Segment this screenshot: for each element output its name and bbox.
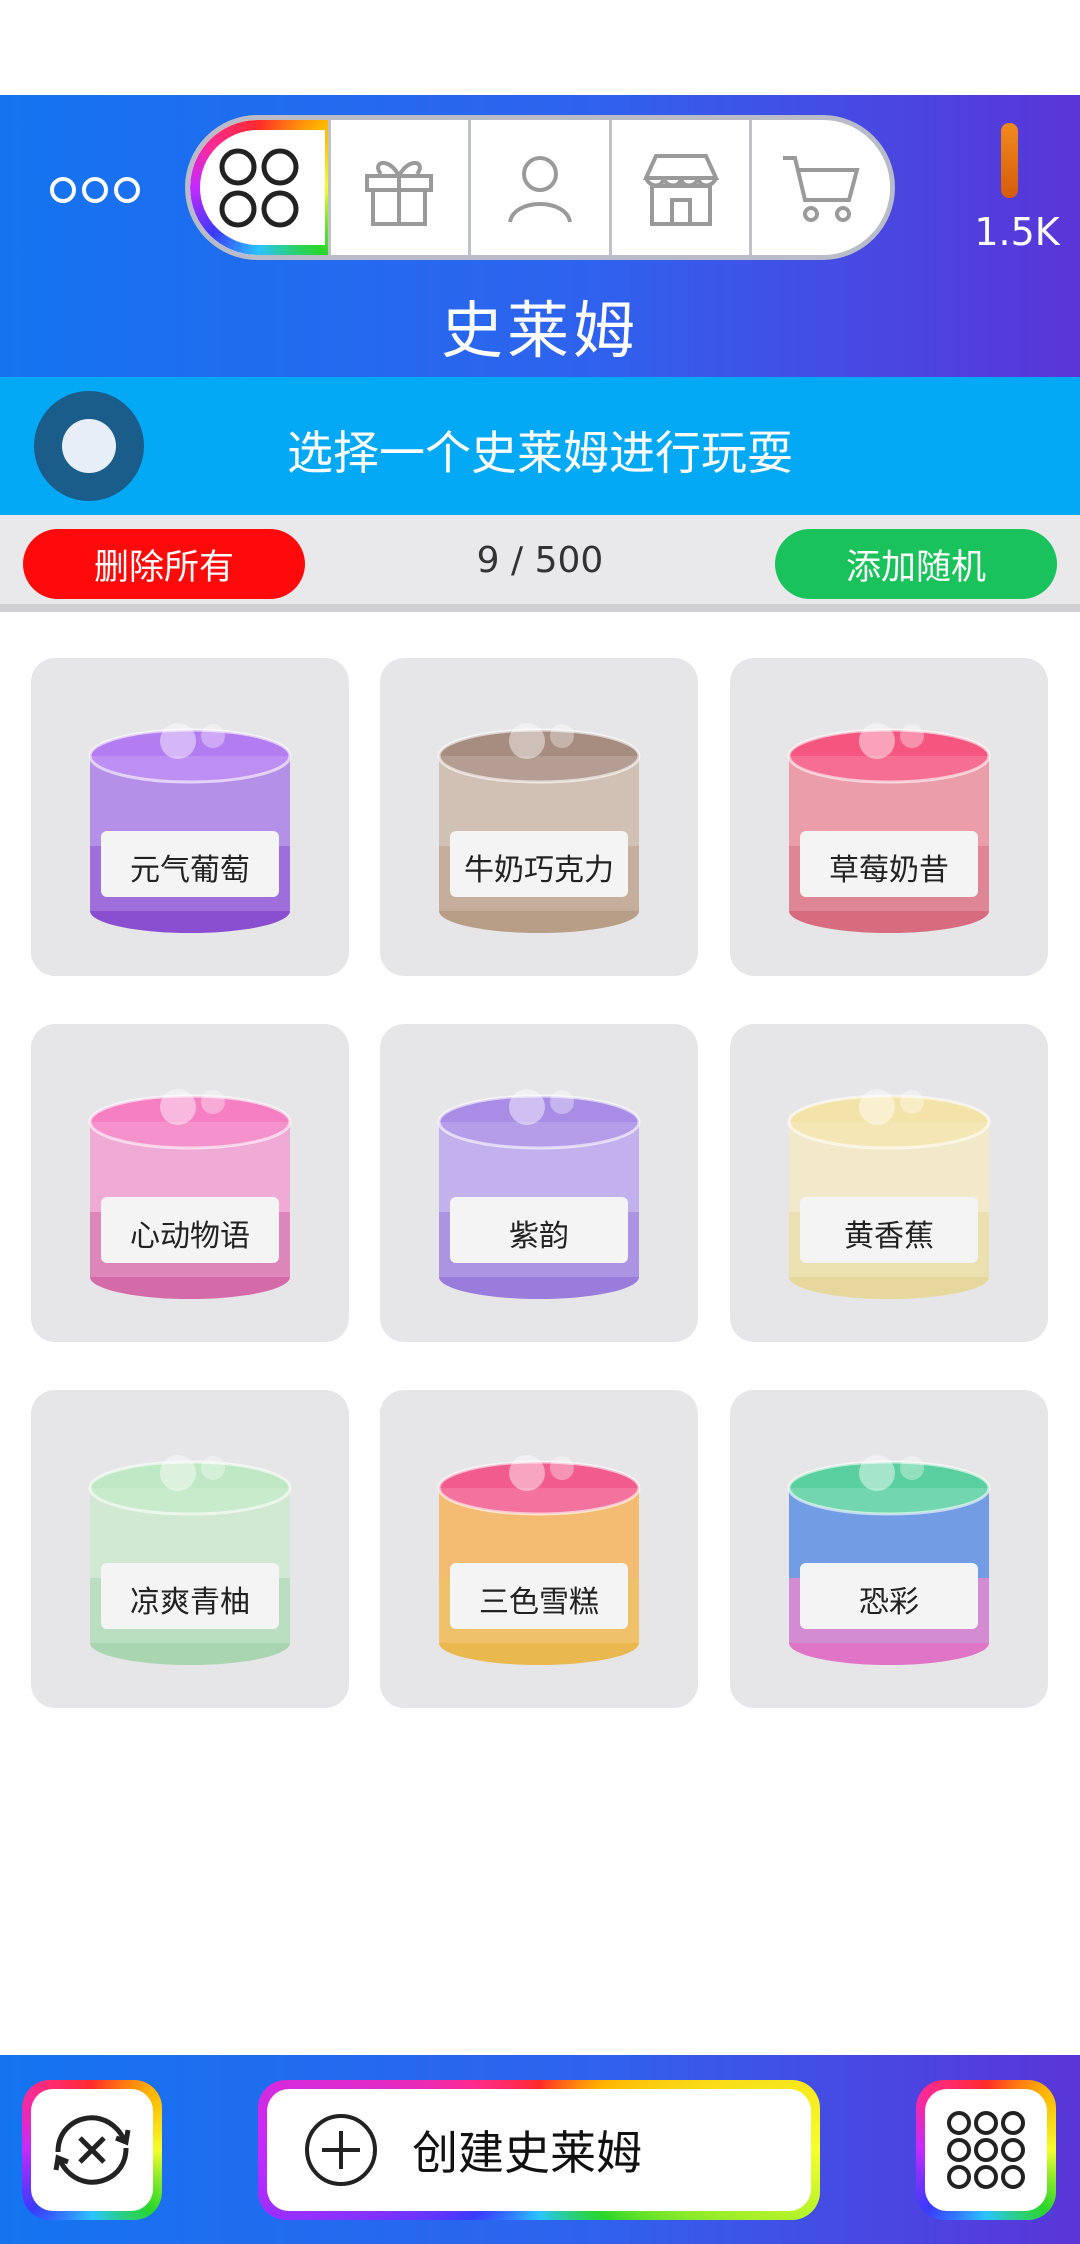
slime-jar-icon (88, 723, 292, 933)
slime-name: 黄香蕉 (844, 1219, 934, 1254)
add-random-button[interactable]: 添加随机 (775, 529, 1057, 599)
tab-bar (190, 120, 890, 255)
slime-jar-icon (787, 723, 991, 933)
slime-name: 草莓奶昔 (829, 853, 949, 888)
tab-home[interactable] (190, 120, 328, 255)
store-icon (642, 153, 719, 226)
currency-count: 1.5K (974, 210, 1060, 254)
slime-name: 凉爽青柚 (130, 1585, 250, 1620)
slime-name: 牛奶巧克力 (464, 853, 614, 888)
slime-jar-icon (88, 1089, 292, 1299)
slime-card[interactable]: 心动物语 (31, 1024, 349, 1342)
user-icon (508, 155, 572, 223)
slime-jar-icon (437, 1089, 641, 1299)
four-circles-icon (219, 148, 299, 227)
slime-name: 元气葡萄 (130, 853, 250, 888)
action-row: 删除所有 9 / 500 添加随机 (0, 515, 1080, 612)
nine-circles-icon (947, 2111, 1025, 2189)
shuffle-button[interactable] (22, 2080, 162, 2220)
slime-jar-icon (437, 1455, 641, 1665)
slime-card[interactable]: 恐彩 (730, 1390, 1048, 1708)
create-slime-label: 创建史莱姆 (412, 2126, 642, 2180)
instruction-text: 选择一个史莱姆进行玩耍 (287, 426, 793, 480)
slime-name: 恐彩 (859, 1585, 919, 1620)
bottom-bar: 创建史莱姆 (0, 2055, 1080, 2244)
plus-circle-icon (305, 2114, 377, 2186)
slime-card[interactable]: 黄香蕉 (730, 1024, 1048, 1342)
energy-bar-icon (1001, 123, 1018, 198)
delete-all-button[interactable]: 删除所有 (23, 529, 305, 599)
tab-gift[interactable] (327, 120, 469, 255)
page-title: 史莱姆 (440, 294, 639, 367)
tab-profile[interactable] (468, 120, 609, 255)
slime-name: 紫韵 (509, 1219, 569, 1254)
grid-menu-button[interactable] (916, 2080, 1056, 2220)
tab-shop[interactable] (608, 120, 750, 255)
slime-card[interactable]: 紫韵 (380, 1024, 698, 1342)
app-root: 1.5K 史莱姆 选择一个史莱姆进行玩耍 删除所有 9 / 500 添加随机 元… (0, 0, 1080, 2244)
slime-card[interactable]: 凉爽青柚 (31, 1390, 349, 1708)
slime-jar-icon (787, 1089, 991, 1299)
slime-card[interactable]: 牛奶巧克力 (380, 658, 698, 976)
gift-icon (365, 160, 434, 226)
shuffle-icon (53, 2115, 131, 2185)
slime-name: 三色雪糕 (479, 1585, 599, 1620)
slime-name: 心动物语 (130, 1219, 250, 1254)
slime-jar-icon (88, 1455, 292, 1665)
slime-card[interactable]: 元气葡萄 (31, 658, 349, 976)
top-header: 1.5K 史莱姆 (0, 95, 1080, 377)
slime-jar-icon (437, 723, 641, 933)
menu-dots-icon[interactable] (50, 173, 140, 207)
slime-card[interactable]: 三色雪糕 (380, 1390, 698, 1708)
slime-jar-icon (787, 1455, 991, 1665)
slime-count: 9 / 500 (476, 540, 604, 581)
tab-cart[interactable] (749, 120, 890, 255)
cart-icon (783, 155, 860, 222)
slime-card[interactable]: 草莓奶昔 (730, 658, 1048, 976)
create-slime-button[interactable]: 创建史莱姆 (258, 2080, 820, 2220)
instruction-banner: 选择一个史莱姆进行玩耍 (0, 377, 1080, 515)
